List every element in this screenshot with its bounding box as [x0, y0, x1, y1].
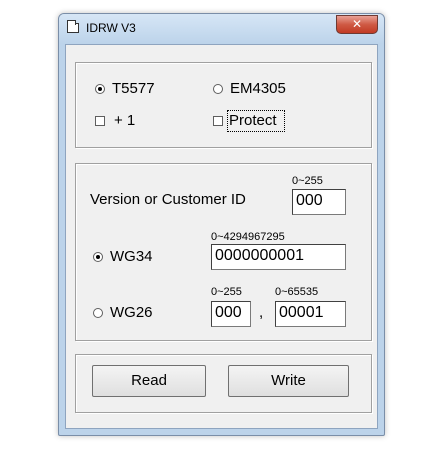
chip-type-group	[75, 62, 372, 148]
t5577-label[interactable]: T5577	[112, 80, 155, 97]
wg26-facility-range-hint: 0~255	[211, 286, 242, 298]
wg34-label[interactable]: WG34	[110, 248, 153, 265]
plus-one-checkbox[interactable]	[95, 116, 105, 126]
read-button[interactable]: Read	[92, 365, 206, 397]
idrw-window: IDRW V3 ✕ T5577 EM4305 + 1 Protect 0~255…	[58, 13, 385, 436]
version-range-hint: 0~255	[292, 175, 323, 187]
wg34-radio[interactable]	[93, 252, 103, 262]
wg26-card-input[interactable]: 00001	[275, 301, 346, 327]
plus-one-label[interactable]: + 1	[114, 112, 135, 129]
dialog-client-area: T5577 EM4305 + 1 Protect 0~255 Version o…	[65, 44, 378, 429]
wg26-separator: ,	[259, 304, 264, 321]
app-window-icon	[67, 23, 79, 33]
wg34-range-hint: 0~4294967295	[211, 231, 285, 243]
write-button[interactable]: Write	[228, 365, 349, 397]
title-bar[interactable]: IDRW V3 ✕	[59, 14, 384, 44]
t5577-radio[interactable]	[95, 84, 105, 94]
window-title: IDRW V3	[86, 21, 136, 35]
em4305-radio[interactable]	[213, 84, 223, 94]
wg26-card-range-hint: 0~65535	[275, 286, 319, 298]
protect-checkbox[interactable]	[213, 116, 223, 126]
wg26-radio[interactable]	[93, 308, 103, 318]
version-label: Version or Customer ID	[90, 191, 246, 208]
wg34-input[interactable]: 0000000001	[211, 244, 346, 270]
wg26-facility-input[interactable]: 000	[211, 301, 251, 327]
close-button[interactable]: ✕	[336, 15, 378, 34]
em4305-label[interactable]: EM4305	[230, 80, 286, 97]
protect-label[interactable]: Protect	[229, 112, 277, 129]
version-input[interactable]: 000	[292, 189, 346, 215]
close-icon: ✕	[351, 17, 363, 31]
wg26-label[interactable]: WG26	[110, 304, 153, 321]
